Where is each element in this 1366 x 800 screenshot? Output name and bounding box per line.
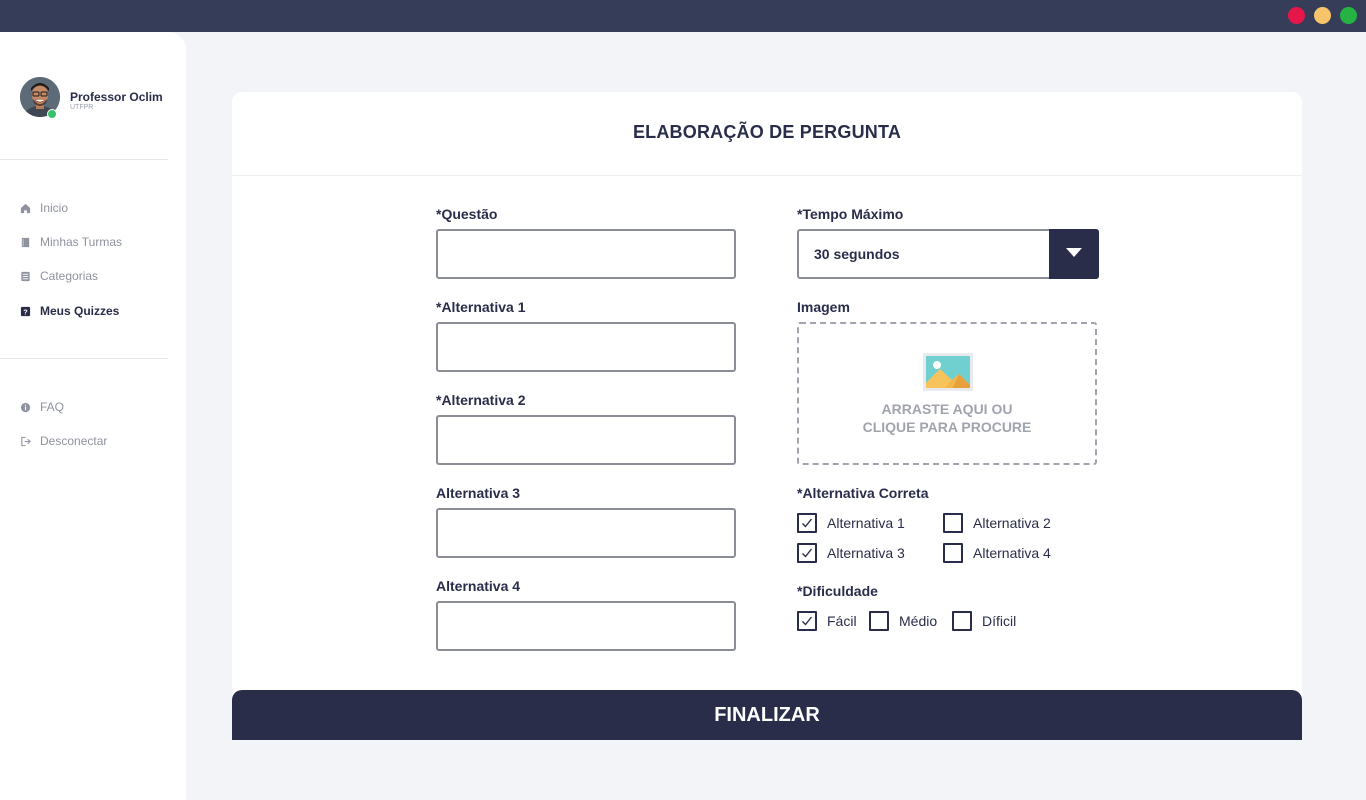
profile-organization: UTFPR <box>70 104 94 111</box>
checkmark-icon <box>802 548 813 558</box>
checkbox-label: Fácil <box>827 613 857 629</box>
correct-alternative-2-checkbox[interactable]: Alternativa 2 <box>943 513 1051 533</box>
correct-answer-label: *Alternativa Correta <box>797 485 929 501</box>
sidebar-item-label: Categorias <box>40 269 99 283</box>
alternative-3-label: Alternativa 3 <box>436 485 521 501</box>
max-time-value: 30 segundos <box>814 246 900 262</box>
sidebar-item-label: Minhas Turmas <box>40 235 123 249</box>
checkbox <box>943 543 963 563</box>
difficulty-label: *Dificuldade <box>797 583 878 599</box>
sidebar-item-minhas-turmas[interactable]: Minhas Turmas <box>20 232 170 252</box>
sidebar-item-desconectar[interactable]: Desconectar <box>20 431 170 451</box>
checkmark-icon <box>802 616 813 626</box>
sidebar-item-label: Inicio <box>40 201 69 215</box>
alternative-1-label: *Alternativa 1 <box>436 299 526 315</box>
alternative-2-label: *Alternativa 2 <box>436 392 526 408</box>
image-icon <box>923 353 973 391</box>
alternative-4-input[interactable] <box>436 601 736 651</box>
quiz-icon: ? <box>20 306 31 316</box>
list-icon <box>21 271 30 281</box>
dropzone-text-line-1: ARRASTE AQUI OU <box>881 401 1013 417</box>
sidebar-item-inicio[interactable]: Inicio <box>20 198 170 218</box>
question-form-card: ELABORAÇÃO DE PERGUNTA *Questão *Alterna… <box>232 92 1302 740</box>
maximize-window-button[interactable] <box>1340 7 1357 24</box>
correct-alternative-3-checkbox[interactable]: Alternativa 3 <box>797 543 905 563</box>
checkbox <box>943 513 963 533</box>
online-status-indicator <box>47 109 57 119</box>
sidebar-item-label: Meus Quizzes <box>40 304 120 318</box>
correct-alternative-4-checkbox[interactable]: Alternativa 4 <box>943 543 1051 563</box>
correct-alternative-1-checkbox[interactable]: Alternativa 1 <box>797 513 905 533</box>
chevron-down-icon <box>1066 248 1082 257</box>
checkbox <box>797 611 817 631</box>
page-title: ELABORAÇÃO DE PERGUNTA <box>632 122 902 142</box>
dropdown-toggle[interactable] <box>1049 229 1099 279</box>
checkbox <box>952 611 972 631</box>
alternative-2-input[interactable] <box>436 415 736 465</box>
book-icon <box>21 237 30 247</box>
card-divider <box>232 175 1302 176</box>
sidebar-item-categorias[interactable]: Categorias <box>20 266 170 286</box>
checkmark-icon <box>802 518 813 528</box>
sidebar-divider <box>0 159 168 160</box>
alternative-3-input[interactable] <box>436 508 736 558</box>
sidebar-divider <box>0 358 168 359</box>
home-icon <box>20 203 31 213</box>
checkbox <box>797 543 817 563</box>
checkbox-label: Alternativa 3 <box>827 545 905 561</box>
checkbox-label: Médio <box>899 613 938 629</box>
user-profile[interactable]: Professor Oclim UTFPR <box>20 77 180 119</box>
info-icon <box>20 402 31 412</box>
difficulty-hard-checkbox[interactable]: Díficil <box>952 611 1016 631</box>
checkbox-label: Díficil <box>982 613 1017 629</box>
difficulty-easy-checkbox[interactable]: Fácil <box>797 611 857 631</box>
checkbox <box>869 611 889 631</box>
close-window-button[interactable] <box>1288 7 1305 24</box>
dropzone-text-line-2: CLIQUE PARA PROCURE <box>862 419 1032 435</box>
sidebar-item-faq[interactable]: FAQ <box>20 397 170 417</box>
minimize-window-button[interactable] <box>1314 7 1331 24</box>
image-label: Imagem <box>797 299 850 315</box>
sidebar-item-label: Desconectar <box>40 434 108 448</box>
finalize-button[interactable]: FINALIZAR <box>232 690 1302 740</box>
checkbox-label: Alternativa 1 <box>827 515 905 531</box>
image-dropzone[interactable]: ARRASTE AQUI OU CLIQUE PARA PROCURE <box>797 322 1097 465</box>
max-time-label: *Tempo Máximo <box>797 206 904 222</box>
checkbox <box>797 513 817 533</box>
difficulty-medium-checkbox[interactable]: Médio <box>869 611 937 631</box>
question-input[interactable] <box>436 229 736 279</box>
sidebar-item-label: FAQ <box>40 400 65 414</box>
svg-text:?: ? <box>23 307 28 316</box>
max-time-select[interactable]: 30 segundos <box>797 229 1099 279</box>
question-label: *Questão <box>436 206 498 222</box>
logout-icon <box>21 436 31 446</box>
alternative-4-label: Alternativa 4 <box>436 578 521 594</box>
window-titlebar <box>0 0 1366 32</box>
checkbox-label: Alternativa 2 <box>973 515 1051 531</box>
checkbox-label: Alternativa 4 <box>973 545 1051 561</box>
alternative-1-input[interactable] <box>436 322 736 372</box>
profile-name: Professor Oclim <box>70 90 163 104</box>
sidebar-item-meus-quizzes[interactable]: ? Meus Quizzes <box>20 301 170 321</box>
sidebar: Professor Oclim UTFPR Inicio Minhas Turm… <box>0 32 186 800</box>
